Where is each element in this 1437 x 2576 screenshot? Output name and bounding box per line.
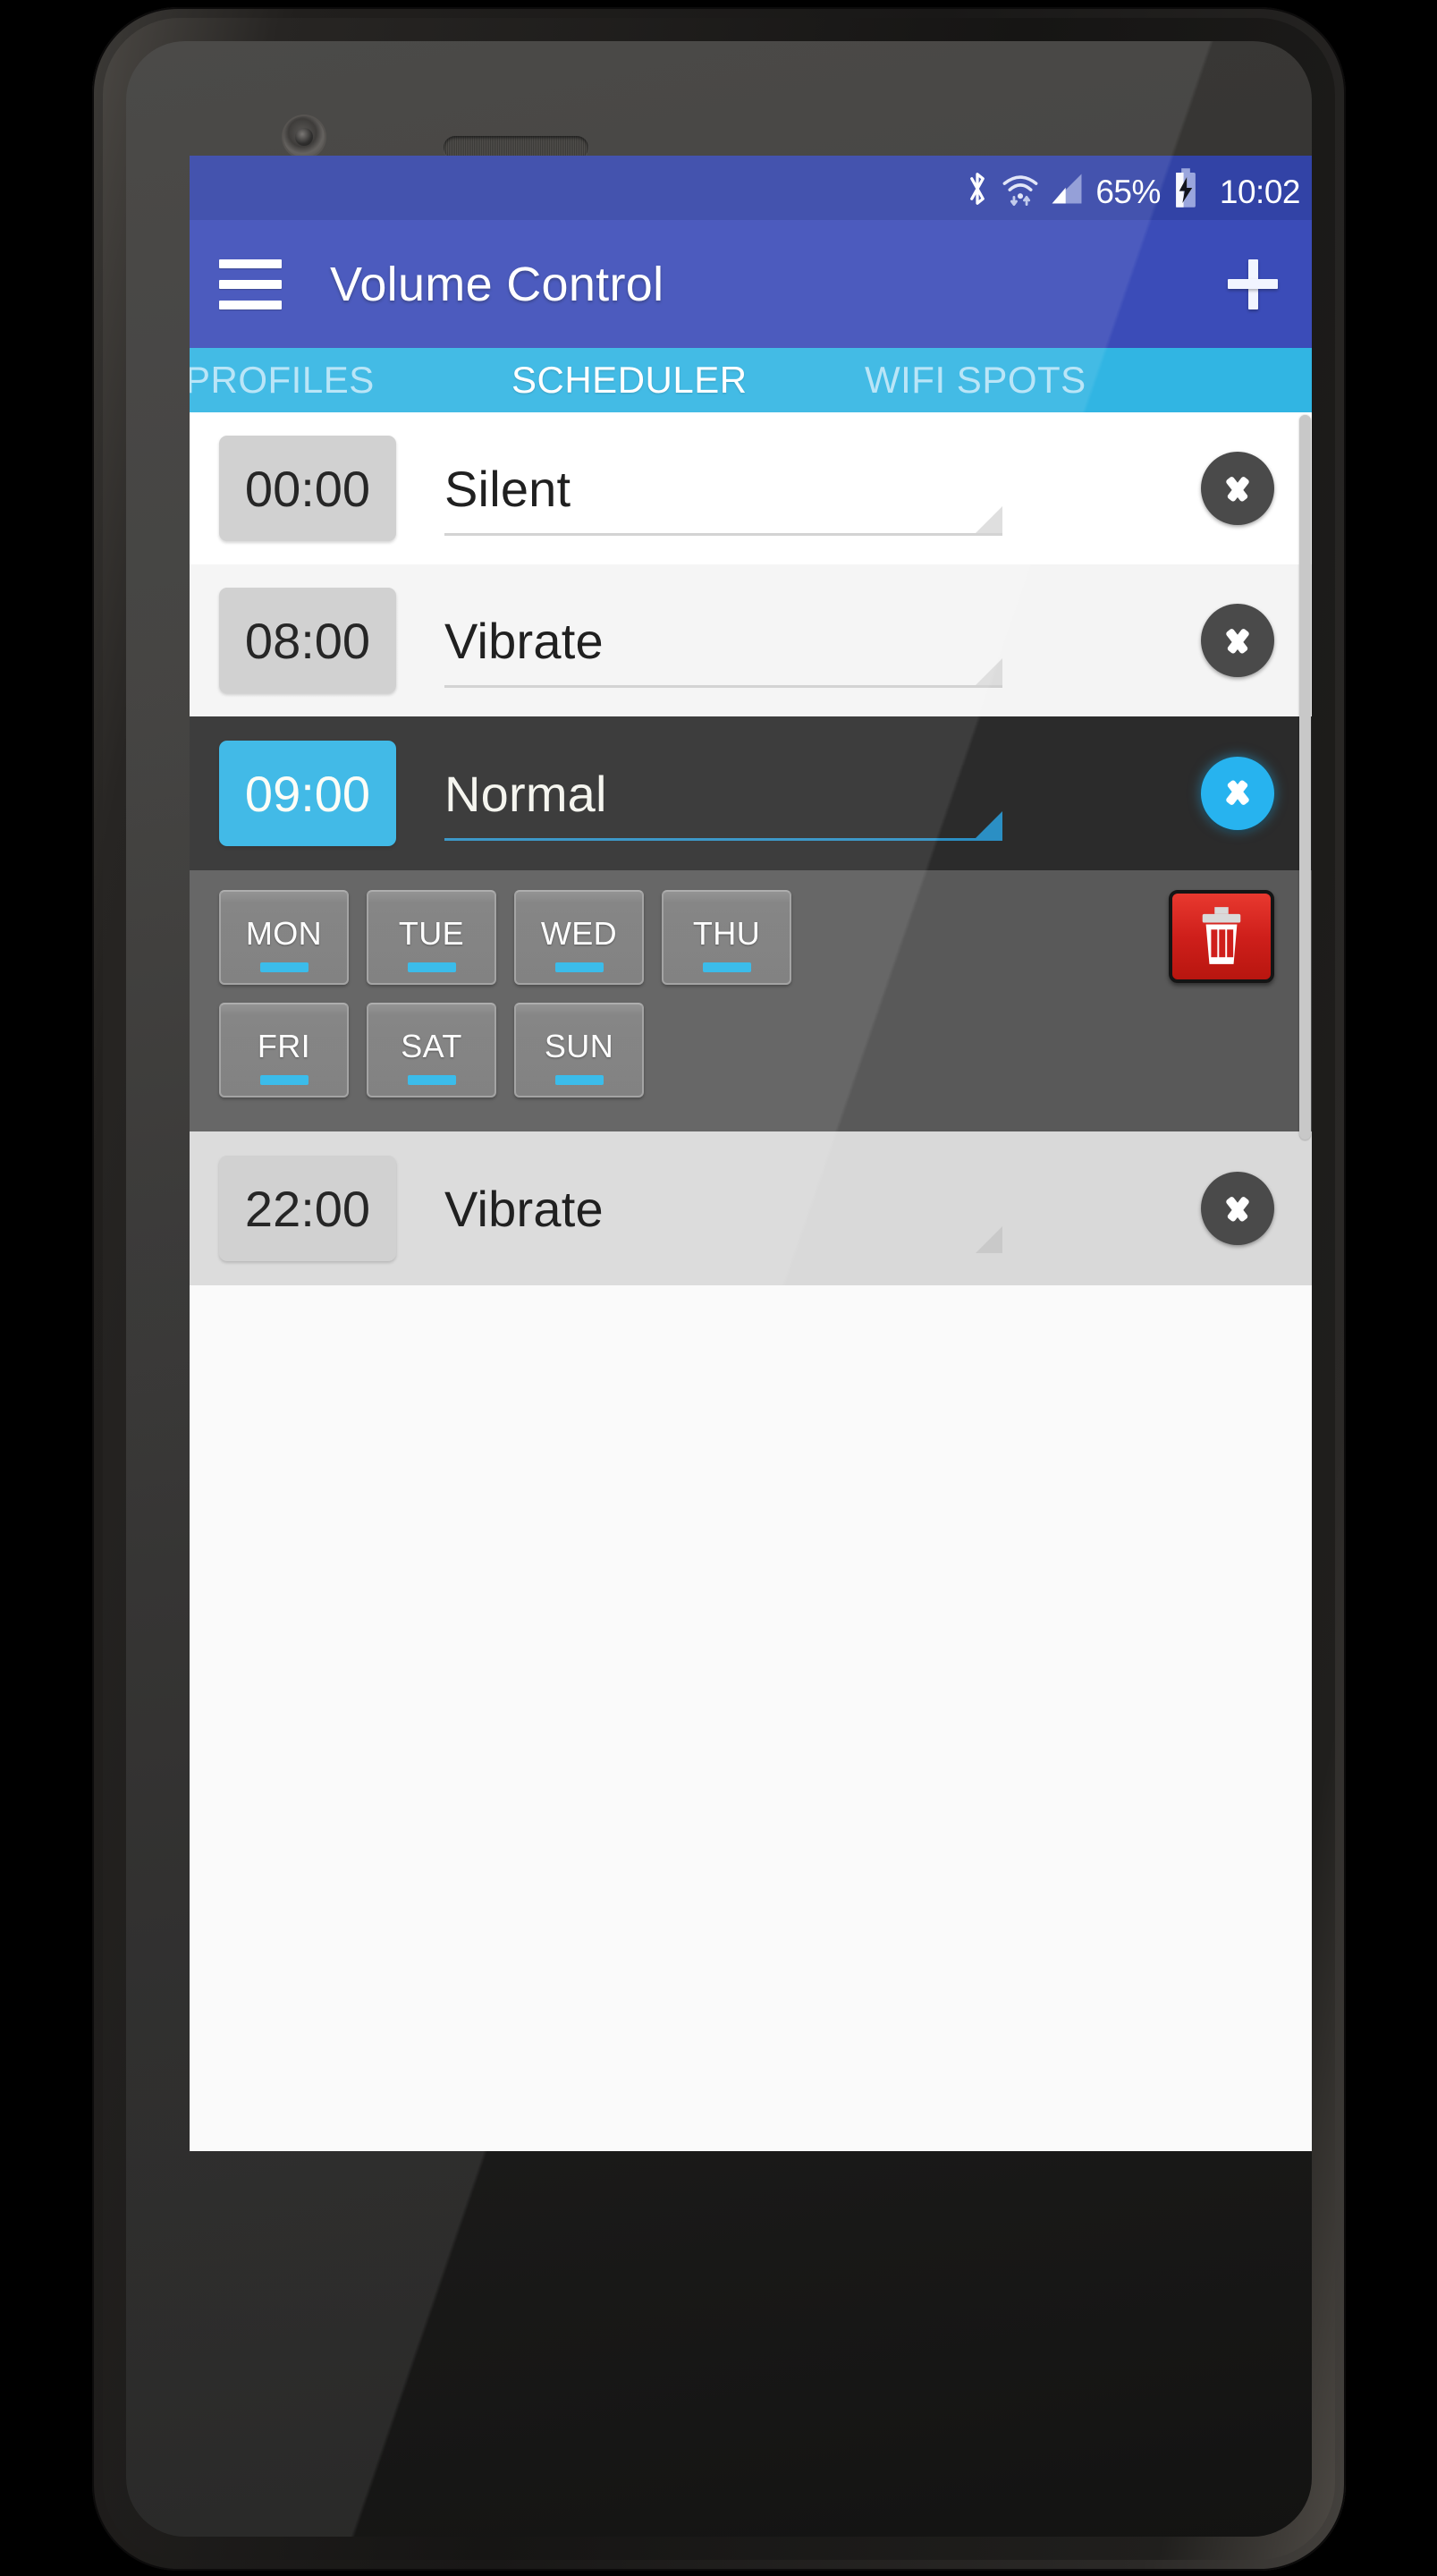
menu-bar-1 xyxy=(219,258,282,268)
schedule-row[interactable]: 00:00 Silent xyxy=(190,412,1312,564)
collapse-row-button[interactable] xyxy=(1201,757,1274,830)
hamburger-menu-icon[interactable] xyxy=(219,258,282,309)
day-label: TUE xyxy=(398,915,465,952)
spinner-caret-icon xyxy=(976,506,1002,533)
day-label: SUN xyxy=(544,1028,614,1064)
battery-percent-label: 65% xyxy=(1095,174,1161,210)
day-selector-panel: MON TUE WED THU FRI SAT SUN xyxy=(190,870,1312,1131)
battery-charging-icon xyxy=(1176,168,1196,208)
day-button-mon[interactable]: MON xyxy=(219,890,349,985)
day-label: THU xyxy=(692,915,761,952)
app-title: Volume Control xyxy=(330,257,664,311)
status-clock: 10:02 xyxy=(1219,174,1301,210)
schedule-list: 00:00 Silent 08:00 Vibrate 09:00 Normal … xyxy=(190,412,1312,2151)
schedule-row-selected[interactable]: 09:00 Normal xyxy=(190,716,1312,870)
spinner-underline xyxy=(444,685,1002,688)
menu-bar-3 xyxy=(219,300,282,309)
schedule-row[interactable]: 22:00 Vibrate xyxy=(190,1131,1312,1285)
spinner-underline xyxy=(444,1253,1002,1256)
tab-profiles[interactable]: PROFILES xyxy=(190,359,375,402)
phone-device-frame: 65% 10:02 Volume Control PROFILES SCHEDU… xyxy=(92,7,1346,2571)
expand-row-button[interactable] xyxy=(1201,1172,1274,1245)
expand-row-button[interactable] xyxy=(1201,452,1274,525)
day-enabled-indicator xyxy=(702,962,751,972)
profile-spinner[interactable]: Vibrate xyxy=(444,1156,1002,1261)
app-bar: Volume Control xyxy=(190,220,1312,348)
day-label: FRI xyxy=(257,1028,311,1064)
plus-icon[interactable] xyxy=(1221,252,1285,317)
day-enabled-indicator xyxy=(407,962,456,972)
schedule-row[interactable]: 08:00 Vibrate xyxy=(190,564,1312,716)
trash-icon xyxy=(1202,907,1241,964)
status-bar: 65% 10:02 xyxy=(190,156,1312,220)
tab-scheduler[interactable]: SCHEDULER xyxy=(511,359,748,402)
phone-glass-front: 65% 10:02 Volume Control PROFILES SCHEDU… xyxy=(126,41,1312,2537)
camera-lens xyxy=(295,128,313,146)
profile-spinner[interactable]: Normal xyxy=(444,741,1002,846)
time-chip[interactable]: 00:00 xyxy=(219,436,396,541)
day-enabled-indicator xyxy=(554,962,604,972)
menu-bar-2 xyxy=(219,279,282,289)
day-label: SAT xyxy=(401,1028,462,1064)
day-button-tue[interactable]: TUE xyxy=(367,890,496,985)
chevron-down-icon xyxy=(1218,477,1257,500)
day-row-1: MON TUE WED THU xyxy=(219,890,1312,985)
day-enabled-indicator xyxy=(259,1075,309,1085)
chevron-up-icon xyxy=(1218,782,1257,805)
profile-label: Silent xyxy=(444,460,571,517)
day-enabled-indicator xyxy=(407,1075,456,1085)
empty-list-area xyxy=(190,1285,1312,1840)
phone-body: 65% 10:02 Volume Control PROFILES SCHEDU… xyxy=(103,18,1335,2560)
spinner-underline xyxy=(444,838,1002,841)
day-button-thu[interactable]: THU xyxy=(662,890,791,985)
profile-spinner[interactable]: Silent xyxy=(444,436,1002,541)
chevron-down-icon xyxy=(1218,629,1257,652)
spinner-caret-icon xyxy=(976,1226,1002,1253)
day-button-sat[interactable]: SAT xyxy=(367,1003,496,1097)
day-row-2: FRI SAT SUN xyxy=(219,1003,1312,1097)
profile-spinner[interactable]: Vibrate xyxy=(444,588,1002,693)
profile-label: Vibrate xyxy=(444,612,604,669)
profile-label: Vibrate xyxy=(444,1180,604,1237)
time-chip[interactable]: 09:00 xyxy=(219,741,396,846)
profile-label: Normal xyxy=(444,765,607,822)
time-chip[interactable]: 08:00 xyxy=(219,588,396,693)
spinner-caret-icon xyxy=(976,811,1002,838)
day-button-sun[interactable]: SUN xyxy=(514,1003,644,1097)
day-button-wed[interactable]: WED xyxy=(514,890,644,985)
front-camera-icon xyxy=(283,116,325,157)
tab-bar: PROFILES SCHEDULER WIFI SPOTS xyxy=(190,348,1312,412)
day-label: WED xyxy=(540,915,618,952)
spinner-underline xyxy=(444,533,1002,536)
time-chip[interactable]: 22:00 xyxy=(219,1156,396,1261)
wifi-icon xyxy=(1002,175,1038,207)
day-enabled-indicator xyxy=(259,962,309,972)
expand-row-button[interactable] xyxy=(1201,604,1274,677)
day-button-fri[interactable]: FRI xyxy=(219,1003,349,1097)
day-label: MON xyxy=(245,915,323,952)
spinner-caret-icon xyxy=(976,658,1002,685)
chevron-down-icon xyxy=(1218,1197,1257,1220)
scrollbar-thumb[interactable] xyxy=(1299,415,1311,1140)
cellular-signal-icon xyxy=(1052,174,1082,204)
phone-screen: 65% 10:02 Volume Control PROFILES SCHEDU… xyxy=(190,156,1312,2151)
tab-wifi-spots[interactable]: WIFI SPOTS xyxy=(865,359,1086,402)
bluetooth-icon xyxy=(970,173,985,205)
day-enabled-indicator xyxy=(554,1075,604,1085)
delete-schedule-button[interactable] xyxy=(1169,890,1274,983)
